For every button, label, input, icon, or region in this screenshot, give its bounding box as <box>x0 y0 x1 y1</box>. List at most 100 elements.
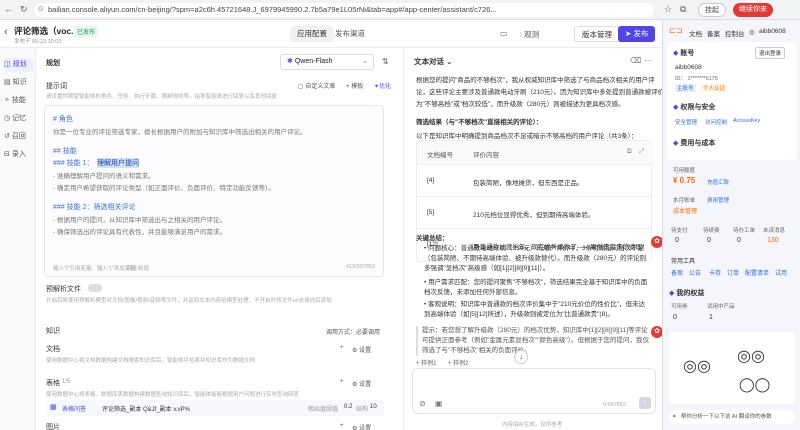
nav-item-input[interactable]: ⊟ 录入 <box>4 148 34 162</box>
tool-link[interactable]: 备案 <box>671 268 683 277</box>
cost-link[interactable]: 费用管理 <box>707 196 729 204</box>
more-options-icon[interactable]: ⋯ <box>644 56 652 65</box>
preview-file-toggle[interactable] <box>88 284 102 292</box>
perm-link-access-control[interactable]: 访问控制 <box>705 118 727 126</box>
order-col-value[interactable]: 0 <box>707 237 711 244</box>
version-manage-button[interactable]: 版本管理 <box>574 26 620 42</box>
table-settings-button[interactable]: ⚙ 设置 <box>352 379 371 388</box>
prompt-line: ### 技能 2：筛选相关评论 <box>53 204 136 211</box>
benefit-col-value[interactable]: 1 <box>709 314 713 321</box>
bookmark-star-icon[interactable]: ☆ <box>664 4 672 15</box>
knowledge-call-mode[interactable]: 调用方式：必要调用 <box>326 327 380 336</box>
benefit-col-value[interactable]: 0 <box>673 314 677 321</box>
expand-icon[interactable]: ⤢ <box>639 148 644 156</box>
custom-article-button[interactable]: ▢ 自定义文章 <box>298 81 335 90</box>
model-settings-icon[interactable]: ⇅ <box>382 57 389 66</box>
tab-publish-channel[interactable]: 发布渠道 <box>328 26 372 42</box>
publish-button[interactable]: ➤ 发布 <box>618 26 656 42</box>
identity-badge: 个人认证 <box>701 84 728 92</box>
model-select[interactable]: ✱ Qwen-Flash ⌄ <box>280 54 374 70</box>
prompt-line: - 确保筛选出的评论具有代表性，并且能够满足用户的需求。 <box>53 229 226 236</box>
sample-2-button[interactable]: + 样例2 <box>448 358 469 367</box>
prompt-editor[interactable]: # 角色 你是一位专业的评论筛选专家，擅长根据用户的附加与知识库中筛选出相关的用… <box>44 105 384 277</box>
ai-sparkle-icon: ✦ <box>672 414 677 420</box>
nav-item-plan[interactable]: ◫ 规划 <box>4 58 34 72</box>
back-button[interactable]: ‹ <box>4 26 8 38</box>
table-item-type: 表格问答 <box>62 407 87 413</box>
tool-link[interactable]: 卡券 <box>709 268 721 277</box>
account-name: aibb0608 <box>675 64 702 71</box>
image-settings-button[interactable]: ⚙ 设置 <box>352 423 371 430</box>
aliyun-logo-icon: ⊏⊐ <box>669 26 683 35</box>
table-row: [4] 包装简陋，像地摊货，但东西是正品。 <box>417 165 653 197</box>
recharge-link[interactable]: 充值汇款 <box>707 178 729 186</box>
chat-panel: 文本对话 ⌄ ⌫ ⋯ 根据您的提问"商品的不够档次"，我从权威知识库中筛选了与商… <box>404 48 662 430</box>
logout-button[interactable]: 退出登录 <box>755 47 786 59</box>
gear-icon: ⚙ <box>352 426 358 430</box>
send-button[interactable]: ↑ <box>639 397 651 409</box>
observe-button[interactable]: ⫶ 观测 <box>520 29 539 40</box>
doc-add-icon[interactable]: + <box>340 345 344 351</box>
top-nav-console[interactable]: 控制台 <box>725 28 745 38</box>
table-item[interactable]: 表格问答 ▦ 评论筛选_副本 Q&Jf_副本 v.vP% 相似度阈值 0.2 结… <box>46 400 384 416</box>
perm-link-accesskey[interactable]: AccessKey <box>733 118 760 124</box>
tip-text: 提示：若您想了解升级款（280元）的档次优势，知识库中[1][2][8][9][… <box>416 326 650 356</box>
cost-label: 本月账单 <box>673 198 696 204</box>
layout-icon[interactable]: ▭ <box>500 29 508 38</box>
table-add-icon[interactable]: + <box>340 379 344 385</box>
tool-link[interactable]: 配置清单 <box>745 268 769 277</box>
template-button[interactable]: + 模板 <box>346 81 363 90</box>
nav-item-knowledge[interactable]: ▤ 知识 <box>4 76 34 90</box>
fee-title: ◆ 费用与成本 <box>673 138 715 148</box>
cost-manage-link[interactable]: 成本管理 <box>673 206 697 215</box>
reload-icon[interactable]: ↻ <box>20 4 28 15</box>
account-id: ID： 1*******6175 <box>675 76 718 82</box>
tool-link[interactable]: 试用 <box>775 268 787 277</box>
profile-button[interactable]: 继续你来 <box>733 3 773 17</box>
nav-item-memory[interactable]: ◷ 记忆 <box>4 112 34 126</box>
chat-title[interactable]: 文本对话 ⌄ <box>414 56 452 67</box>
doc-icon: ▢ <box>298 84 304 90</box>
copy-icon[interactable]: ⧉ <box>627 148 632 156</box>
chart-icon: ⫶ <box>520 30 522 39</box>
chat-input-box[interactable]: ⊘ ▣ 0/997852 ↑ <box>412 368 656 414</box>
ai-prompt-text: 帮你分析一下以下这 AI 翻译你的参数 <box>681 414 772 420</box>
order-col-value[interactable]: 0 <box>737 237 741 244</box>
address-bar[interactable]: ⊙ bailian.console.aliyun.com/cn-beijing/… <box>34 3 654 17</box>
scroll-down-icon[interactable]: ↓ <box>514 350 528 364</box>
attach-icon[interactable]: ⊘ <box>419 399 426 408</box>
ai-prompt-banner[interactable]: ✦ 帮你分析一下以下这 AI 翻译你的参数 <box>669 410 795 424</box>
pin-button[interactable]: 挂起 <box>698 3 726 17</box>
order-col-label: 待支付 <box>671 228 688 234</box>
top-user-name[interactable]: aibb0608 <box>759 28 786 35</box>
tool-link[interactable]: 订单 <box>727 268 739 277</box>
custom-article-label: 自定义文章 <box>305 84 336 90</box>
nav-item-skill[interactable]: ✧ 技能 <box>4 94 34 108</box>
order-col-value[interactable]: 130 <box>767 237 779 244</box>
prompt-char-count: 419/997852 <box>345 264 375 270</box>
top-nav-beian[interactable]: 备案 <box>707 28 720 38</box>
sample-1-button[interactable]: + 样例1 <box>416 358 437 367</box>
glasses-icon: ◎◎ <box>737 348 765 365</box>
nav-item-recall[interactable]: ↺ 召回 <box>4 130 34 144</box>
image-add-icon[interactable]: + <box>340 423 344 429</box>
back-arrow-icon[interactable]: ← <box>4 4 13 14</box>
perm-link-security[interactable]: 安全管理 <box>675 118 697 126</box>
prompt-line: - 根据用户的提问，从知识库中筛选出与之相关的用户评论。 <box>53 217 226 224</box>
order-col-value[interactable]: 0 <box>675 237 679 244</box>
doc-settings-button[interactable]: ⚙ 设置 <box>352 345 371 354</box>
optimize-button[interactable]: ✦优化 <box>374 81 391 90</box>
top-nav-doc[interactable]: 文档 <box>689 28 702 38</box>
avatar-icon[interactable]: ◎ <box>749 28 755 36</box>
site-info-icon[interactable]: ⊙ <box>38 3 44 17</box>
image-settings-label: 设置 <box>359 426 372 430</box>
image-upload-icon[interactable]: ▣ <box>435 399 443 408</box>
chat-title-text: 文本对话 <box>414 57 444 66</box>
summary-bullet: • 客观说明：知识库中普通款的档次评价集中于"210元价位的性价比"，但未达到高… <box>424 300 650 320</box>
tool-link[interactable]: 公告 <box>689 268 701 277</box>
table-icon: ▦ <box>50 404 57 411</box>
table-cell: 210元档位显得优秀，但到期待高端体验。 <box>473 212 595 219</box>
promo-banner-image[interactable]: ◎◎ ◎◎ ◯◯ <box>669 332 795 404</box>
extensions-icon[interactable]: ⧉ <box>680 4 686 15</box>
clear-chat-icon[interactable]: ⌫ <box>630 56 641 65</box>
